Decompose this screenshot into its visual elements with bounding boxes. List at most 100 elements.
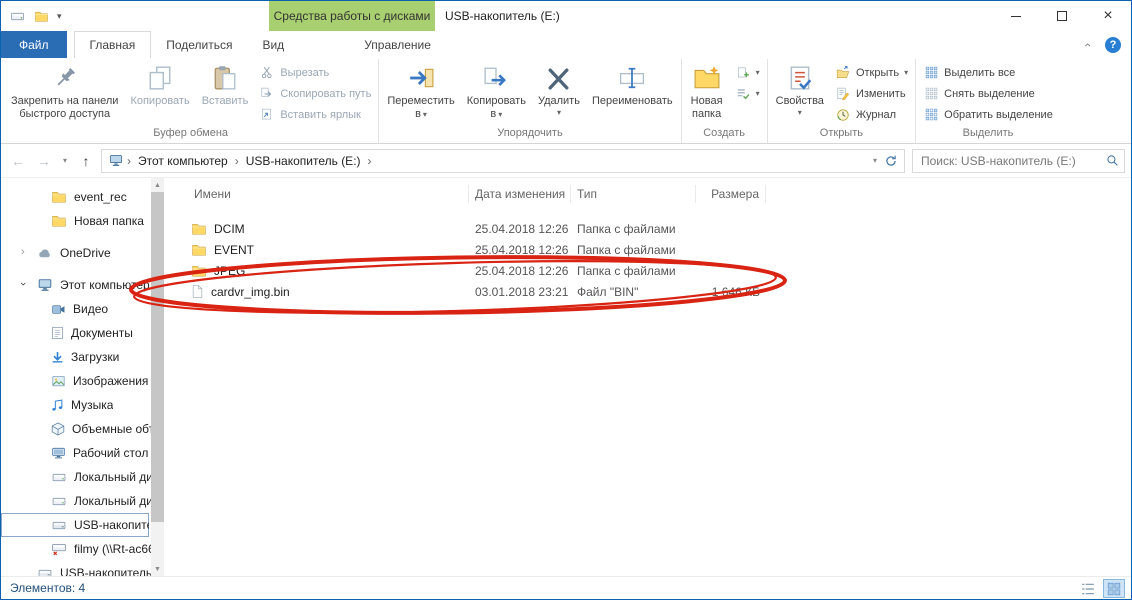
scrollbar-thumb[interactable] [151,192,164,522]
sidebar-item-usb-drive[interactable]: USB-накопитель [1,513,149,537]
recent-locations-chevron-icon[interactable]: ▾ [59,156,71,165]
group-label-open: Открыть [770,126,914,143]
open-button[interactable]: Открыть ▾ [830,62,913,83]
history-button[interactable]: Журнал [830,104,913,125]
up-icon[interactable]: ↑ [75,150,97,172]
new-item-button[interactable]: ▾ [730,62,765,83]
paste-button[interactable]: Вставить [196,61,255,126]
sidebar-item-new-folder[interactable]: Новая папка [1,209,164,233]
sidebar-item-documents[interactable]: Документы [1,321,164,345]
sidebar-item-3d-objects[interactable]: Объемные объекты [1,417,164,441]
folder-icon [191,264,207,278]
sidebar-item-desktop[interactable]: Рабочий стол [1,441,164,465]
move-to-button[interactable]: Переместить в▾ [381,61,460,126]
chevron-down-icon: ▾ [756,89,760,98]
breadcrumb-usb-drive[interactable]: USB-накопитель (E:) [239,154,368,168]
scroll-down-icon[interactable]: ▼ [154,562,161,576]
breadcrumb-this-pc[interactable]: Этот компьютер [131,154,235,168]
collapse-ribbon-icon[interactable]: › [1080,43,1094,47]
new-folder-icon [694,63,720,93]
delete-button[interactable]: Удалить ▾ [532,61,586,126]
file-row-cardvr-img-bin[interactable]: cardvr_img.bin 03.01.2018 23:21 Файл "BI… [164,281,1131,302]
computer-icon [105,154,127,167]
minimize-button[interactable] [993,1,1039,31]
help-icon[interactable]: ? [1105,37,1121,53]
cut-button[interactable]: Вырезать [254,62,376,83]
sidebar-item-event-rec[interactable]: event_rec [1,185,164,209]
paste-shortcut-button[interactable]: Вставить ярлык [254,104,376,125]
tab-manage[interactable]: Управление [349,31,446,58]
rename-button[interactable]: Переименовать [586,61,679,126]
sidebar-item-local-disk-1[interactable]: Локальный диск [1,465,164,489]
drive-icon[interactable] [9,10,26,23]
chevron-down-icon: ▾ [756,68,760,77]
column-header-size[interactable]: Размера [696,185,766,203]
properties-icon [787,63,813,93]
maximize-button[interactable] [1039,1,1085,31]
copy-path-button[interactable]: Скопировать путь [254,83,376,104]
sidebar-item-network-drive[interactable]: filmy (\\Rt-ac66u [1,537,164,561]
sidebar-item-pictures[interactable]: Изображения [1,369,164,393]
file-row-jpeg[interactable]: JPEG 25.04.2018 12:26 Папка с файлами [164,260,1131,281]
scroll-up-icon[interactable]: ▲ [154,178,161,192]
sidebar-item-label: Музыка [71,398,113,412]
sidebar-scrollbar[interactable]: ▲ ▼ [151,178,164,576]
back-icon[interactable]: ← [7,150,29,172]
copy-to-icon [483,63,509,93]
tab-share[interactable]: Поделиться [151,31,247,58]
column-header-name[interactable]: Имени [164,185,469,203]
maximize-icon [1057,11,1067,21]
window-title: USB-накопитель (E:) [445,1,560,31]
new-folder-button[interactable]: Новая папка [684,61,730,126]
edit-button[interactable]: Изменить [830,83,913,104]
disk-icon [51,495,67,508]
easy-access-button[interactable]: ▾ [730,83,765,104]
file-row-dcim[interactable]: DCIM 25.04.2018 12:26 Папка с файлами [164,218,1131,239]
address-dropdown-chevron-icon[interactable]: ▾ [869,156,881,165]
chevron-right-icon[interactable]: › [21,246,25,258]
refresh-icon[interactable] [881,154,901,168]
details-view-icon[interactable] [1077,579,1099,598]
contextual-tab-header[interactable]: Средства работы с дисками [269,1,435,31]
group-label-clipboard: Буфер обмена [5,126,376,143]
copy-button[interactable]: Копировать [124,61,195,126]
file-row-event[interactable]: EVENT 25.04.2018 12:26 Папка с файлами [164,239,1131,260]
close-button[interactable]: × [1085,1,1131,31]
sidebar-item-this-pc[interactable]: › Этот компьютер [1,273,164,297]
pin-to-quick-access-button[interactable]: Закрепить на панели быстрого доступа [5,61,124,126]
select-all-button[interactable]: Выделить все [918,62,1058,83]
sidebar-item-onedrive[interactable]: › OneDrive [1,241,164,265]
invert-selection-button[interactable]: Обратить выделение [918,104,1058,125]
breadcrumb[interactable]: › Этот компьютер › USB-накопитель (E:) ›… [101,149,905,173]
folder-icon[interactable] [34,10,49,23]
open-label: Открыть [856,67,899,79]
chevron-expanded-icon[interactable]: › [17,282,29,286]
edit-label: Изменить [856,88,906,100]
tab-view[interactable]: Вид [247,31,299,58]
thumbnails-view-icon[interactable] [1103,579,1125,598]
select-none-icon [923,87,939,100]
pin-label-line1: Закрепить на панели [11,95,118,108]
select-none-button[interactable]: Снять выделение [918,83,1058,104]
search-input[interactable] [921,154,1106,168]
properties-button[interactable]: Свойства ▾ [770,61,830,126]
column-header-type[interactable]: Тип [571,185,696,203]
sidebar-item-local-disk-2[interactable]: Локальный диск [1,489,164,513]
file-type: Папка с файлами [571,222,696,236]
sidebar-item-music[interactable]: Музыка [1,393,164,417]
file-date: 25.04.2018 12:26 [469,264,571,278]
paste-shortcut-icon [259,108,275,122]
column-header-date[interactable]: Дата изменения [469,185,571,203]
copy-to-button[interactable]: Копировать в▾ [461,61,532,126]
copy-to-label-line1: Копировать [467,95,526,108]
group-open: Свойства ▾ Открыть ▾ Изменить [767,59,916,143]
sidebar-item-videos[interactable]: Видео [1,297,164,321]
sidebar-item-downloads[interactable]: Загрузки [1,345,164,369]
sidebar-item-usb-drive-root[interactable]: USB-накопитель (E:) [1,561,164,576]
title-bar: ▾ Средства работы с дисками USB-накопите… [1,1,1131,31]
chevron-down-icon[interactable]: ▾ [57,11,62,22]
forward-icon[interactable]: → [33,150,55,172]
search-icon[interactable] [1106,154,1119,167]
tab-file[interactable]: Файл [1,31,67,58]
tab-home[interactable]: Главная [74,31,152,58]
